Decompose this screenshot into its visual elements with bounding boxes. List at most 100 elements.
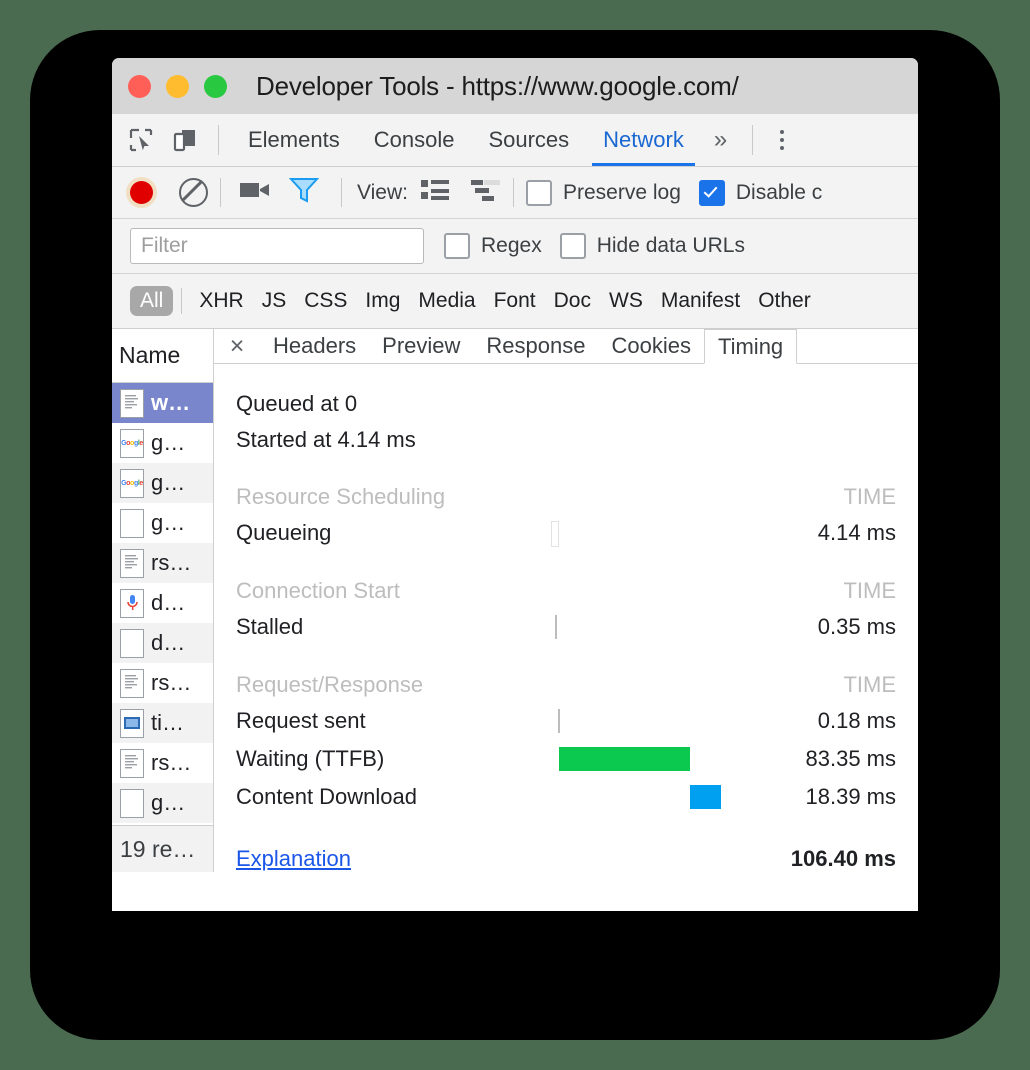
timing-row-value: 4.14 ms bbox=[817, 520, 896, 545]
blank-file-icon bbox=[120, 628, 144, 658]
tab-cookies[interactable]: Cookies bbox=[598, 329, 703, 363]
panel-tabs: Elements Console Sources Network bbox=[231, 114, 701, 166]
timing-bar-waiting-ttfb bbox=[559, 747, 690, 771]
tab-elements[interactable]: Elements bbox=[231, 114, 357, 166]
preserve-log-label: Preserve log bbox=[562, 180, 681, 204]
list-item[interactable]: g… bbox=[112, 503, 213, 543]
list-item[interactable]: rs… bbox=[112, 663, 213, 703]
list-item[interactable]: ti… bbox=[112, 703, 213, 743]
timing-total-row: Explanation 106.40 ms bbox=[236, 846, 896, 872]
type-filter-doc[interactable]: Doc bbox=[545, 289, 600, 313]
more-tabs-label: » bbox=[713, 126, 728, 153]
timing-row-value: 18.39 ms bbox=[805, 784, 897, 809]
timing-row-label: Queueing bbox=[236, 520, 332, 545]
more-tabs-icon[interactable]: » bbox=[701, 114, 740, 166]
list-item[interactable]: rs… bbox=[112, 543, 213, 583]
list-item-label: rs… bbox=[151, 670, 192, 695]
hide-data-urls-box[interactable] bbox=[559, 233, 586, 259]
hide-data-urls-checkbox[interactable]: Hide data URLs bbox=[559, 233, 745, 259]
toolbar-divider bbox=[218, 125, 219, 155]
disable-cache-box[interactable] bbox=[698, 179, 725, 206]
tab-sources[interactable]: Sources bbox=[471, 114, 586, 166]
network-toolbar: View: Preserve log Disable c bbox=[112, 167, 918, 219]
timing-panel: Queued at 0 Started at 4.14 ms Resource … bbox=[214, 364, 918, 872]
type-filter-all[interactable]: All bbox=[130, 286, 174, 316]
screenshot-camera-icon[interactable] bbox=[239, 177, 273, 208]
regex-box[interactable] bbox=[444, 233, 470, 259]
record-icon[interactable] bbox=[130, 181, 153, 204]
request-detail-pane: × Headers Preview Response Cookies Timin… bbox=[214, 329, 918, 872]
filter-funnel-icon[interactable] bbox=[288, 176, 320, 209]
request-rows: w… Google g… Google g… g… rs… d… d… rs… … bbox=[112, 383, 213, 825]
disable-cache-checkbox[interactable]: Disable c bbox=[698, 179, 822, 206]
section-time-header: TIME bbox=[843, 484, 896, 509]
blank-file-icon bbox=[120, 788, 144, 818]
timing-section-request-response: Request/Response TIME Request sent 0.18 … bbox=[236, 672, 896, 816]
timing-row: Queueing 4.14 ms bbox=[236, 514, 896, 552]
type-filter-ws[interactable]: WS bbox=[600, 289, 652, 313]
timing-bar-request-sent bbox=[558, 709, 560, 733]
list-item[interactable]: g… bbox=[112, 783, 213, 823]
timing-bar-zone bbox=[551, 608, 746, 646]
list-item-label: d… bbox=[151, 590, 186, 615]
preserve-log-checkbox[interactable]: Preserve log bbox=[525, 179, 681, 206]
maximize-window-button[interactable] bbox=[204, 74, 227, 98]
type-filter-manifest[interactable]: Manifest bbox=[652, 289, 749, 313]
list-item-label: rs… bbox=[151, 550, 192, 575]
list-item[interactable]: d… bbox=[112, 623, 213, 663]
tab-timing[interactable]: Timing bbox=[703, 329, 798, 364]
list-item[interactable]: rs… bbox=[112, 743, 213, 783]
section-time-header: TIME bbox=[843, 672, 896, 697]
list-item-label: w… bbox=[151, 390, 191, 415]
preserve-log-box[interactable] bbox=[525, 179, 552, 206]
section-header: Connection Start TIME bbox=[236, 578, 896, 604]
type-filter-other[interactable]: Other bbox=[749, 289, 820, 313]
filter-input[interactable]: Filter bbox=[130, 228, 424, 264]
type-filter-img[interactable]: Img bbox=[356, 289, 409, 313]
waterfall-view-icon[interactable] bbox=[470, 178, 501, 207]
list-item[interactable]: Google g… bbox=[112, 463, 213, 503]
section-header: Request/Response TIME bbox=[236, 672, 896, 698]
main-menu-icon[interactable] bbox=[765, 114, 799, 166]
name-column-header[interactable]: Name bbox=[112, 329, 213, 383]
list-view-icon[interactable] bbox=[420, 178, 449, 207]
type-filter-xhr[interactable]: XHR bbox=[190, 289, 252, 313]
list-item-label: ti… bbox=[151, 710, 184, 735]
close-window-button[interactable] bbox=[128, 74, 151, 98]
network-body: Name w… Google g… Google g… g… rs… d… d…… bbox=[112, 329, 918, 872]
timing-row-value: 83.35 ms bbox=[805, 746, 897, 771]
timing-row: Request sent 0.18 ms bbox=[236, 702, 896, 740]
tab-preview[interactable]: Preview bbox=[369, 329, 473, 363]
list-item-label: d… bbox=[151, 630, 186, 655]
tab-headers[interactable]: Headers bbox=[260, 329, 369, 363]
list-item-label: g… bbox=[151, 430, 186, 455]
clear-icon[interactable] bbox=[179, 178, 208, 207]
inspect-element-icon[interactable] bbox=[126, 125, 156, 155]
type-filter-js[interactable]: JS bbox=[253, 289, 296, 313]
list-item[interactable]: w… bbox=[112, 383, 213, 423]
list-item-label: g… bbox=[151, 510, 186, 535]
list-item[interactable]: Google g… bbox=[112, 423, 213, 463]
tab-console-label: Console bbox=[373, 127, 455, 152]
section-header: Resource Scheduling TIME bbox=[236, 484, 896, 510]
type-filter-css[interactable]: CSS bbox=[295, 289, 356, 313]
timing-bar-queueing bbox=[551, 521, 559, 547]
toolbar-divider-2 bbox=[752, 125, 754, 155]
close-icon[interactable]: × bbox=[214, 329, 260, 363]
type-filter-font[interactable]: Font bbox=[485, 289, 545, 313]
list-item[interactable]: d… bbox=[112, 583, 213, 623]
request-list-sidebar: Name w… Google g… Google g… g… rs… d… d…… bbox=[112, 329, 214, 872]
device-toolbar-icon[interactable] bbox=[170, 125, 200, 155]
regex-checkbox[interactable]: Regex bbox=[444, 233, 542, 259]
type-filter-media[interactable]: Media bbox=[409, 289, 484, 313]
document-icon bbox=[120, 388, 144, 418]
detail-tab-bar: × Headers Preview Response Cookies Timin… bbox=[214, 329, 918, 364]
minimize-window-button[interactable] bbox=[166, 74, 189, 98]
explanation-link[interactable]: Explanation bbox=[236, 846, 351, 872]
tab-response[interactable]: Response bbox=[473, 329, 598, 363]
document-icon bbox=[120, 748, 144, 778]
tab-console[interactable]: Console bbox=[357, 114, 472, 166]
queued-at-text: Queued at 0 bbox=[236, 391, 358, 416]
document-icon bbox=[120, 548, 144, 578]
tab-network[interactable]: Network bbox=[586, 114, 701, 166]
